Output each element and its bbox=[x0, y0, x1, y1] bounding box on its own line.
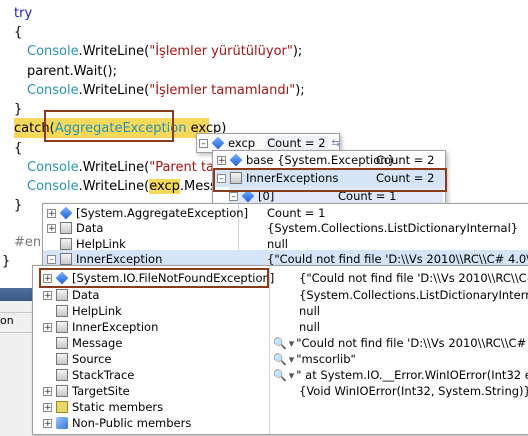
tree-row-name: TargetSite bbox=[72, 384, 130, 398]
exception-icon bbox=[211, 136, 225, 150]
tree-row-name: InnerException bbox=[72, 320, 159, 334]
dropdown-arrow-icon[interactable]: ▾ bbox=[289, 369, 295, 382]
property-icon bbox=[60, 253, 72, 265]
expand-toggle[interactable]: + bbox=[43, 402, 52, 412]
lower-pane-text: on bbox=[0, 314, 14, 327]
tree-row-name: Non-Public members bbox=[72, 416, 192, 430]
pin-icon[interactable]: ⇆ bbox=[332, 138, 340, 149]
datatip-inner[interactable]: + base {System.Exception} Count = 2 – In… bbox=[212, 150, 447, 206]
code-line-4: Console.WriteLine("Parent tas bbox=[27, 160, 221, 175]
expand-toggle[interactable]: + bbox=[43, 418, 52, 428]
tree-row-name: Data bbox=[72, 288, 100, 302]
brace: { bbox=[14, 25, 23, 40]
tree-row-value: " at System.IO.__Error.WinIOError(Int32 … bbox=[296, 368, 528, 382]
code-line-1: Console.WriteLine("İşlemler yürütülüyor"… bbox=[27, 44, 303, 59]
catch-type-highlight-box bbox=[44, 110, 174, 142]
property-icon bbox=[56, 337, 68, 349]
tree-row-name: HelpLink bbox=[76, 237, 126, 251]
expand-toggle[interactable]: + bbox=[43, 290, 52, 300]
expand-toggle[interactable]: – bbox=[229, 191, 238, 201]
datatip-tree-aggregate[interactable]: + [System.AggregateException] Count = 1 … bbox=[42, 203, 528, 268]
tree-row-name: Static members bbox=[72, 400, 164, 414]
tree-row-value: {System.Collections.ListDictionaryIntern… bbox=[299, 288, 528, 302]
non-public-members-icon bbox=[56, 417, 68, 429]
visualizer-magnifier-icon[interactable]: 🔍 bbox=[273, 337, 287, 350]
code-line-5: Console.WriteLine(excp.Mess bbox=[27, 179, 217, 194]
property-icon bbox=[56, 369, 68, 381]
tree-row-value: {"Could not find file 'D:\\Vs 2010\\RC\\… bbox=[299, 271, 528, 285]
expand-toggle[interactable]: + bbox=[47, 208, 56, 218]
datatip-name: excp bbox=[228, 136, 256, 150]
expand-toggle[interactable]: + bbox=[43, 386, 52, 396]
tree-row-name: InnerException bbox=[76, 252, 163, 266]
datatip-name: base {System.Exception} bbox=[246, 153, 395, 167]
visualizer-magnifier-icon[interactable]: 🔍 bbox=[273, 353, 287, 366]
tree-row-value: {Void WinIOError(Int32, System.String)} bbox=[299, 384, 528, 398]
property-icon bbox=[56, 385, 68, 397]
filenotfound-highlight-box bbox=[39, 268, 269, 288]
expand-toggle[interactable]: + bbox=[47, 223, 56, 233]
property-icon bbox=[56, 353, 68, 365]
static-members-icon bbox=[56, 401, 68, 413]
tree-row-name: Source bbox=[72, 352, 112, 366]
property-icon bbox=[56, 305, 68, 317]
exception-icon bbox=[229, 153, 243, 167]
tree-row-value: "Could not find file 'D:\\Vs 2010\\RC\\C… bbox=[296, 336, 528, 350]
property-icon bbox=[56, 321, 68, 333]
datatip-value: Count = 2 bbox=[265, 136, 328, 150]
dropdown-arrow-icon[interactable]: ▾ bbox=[289, 353, 295, 366]
tree-row-value: "mscorlib" bbox=[296, 352, 356, 366]
tree-row-name: StackTrace bbox=[72, 368, 135, 382]
property-icon bbox=[60, 238, 72, 250]
tree-row-value: {System.Collections.ListDictionaryIntern… bbox=[267, 221, 519, 235]
inner-exceptions-highlight-box bbox=[213, 168, 447, 192]
exception-icon bbox=[59, 206, 73, 220]
tree-row-name: [System.AggregateException] bbox=[76, 206, 249, 220]
tree-row-name: Message bbox=[72, 336, 123, 350]
dropdown-arrow-icon[interactable]: ▾ bbox=[289, 337, 295, 350]
tree-row-name: HelpLink bbox=[72, 304, 122, 318]
brace: { bbox=[14, 141, 23, 156]
property-icon bbox=[60, 222, 72, 234]
expand-toggle[interactable]: + bbox=[217, 155, 226, 165]
try-keyword: try bbox=[14, 6, 33, 21]
datatip-value: Count = 2 bbox=[376, 153, 435, 167]
expand-toggle[interactable]: – bbox=[199, 138, 208, 148]
code-line-3: Console.WriteLine("İşlemler tamamlandı")… bbox=[27, 83, 305, 98]
expand-toggle[interactable]: + bbox=[43, 322, 52, 332]
tree-row-name: Data bbox=[76, 221, 104, 235]
brace: } bbox=[2, 254, 11, 269]
brace: } bbox=[14, 198, 23, 213]
property-icon bbox=[56, 289, 68, 301]
datatip-tree-filenotfound[interactable]: + [System.IO.FileNotFoundException] {"Co… bbox=[32, 265, 528, 435]
brace: } bbox=[14, 102, 23, 117]
code-line-2: parent.Wait(); bbox=[27, 64, 117, 79]
visualizer-magnifier-icon[interactable]: 🔍 bbox=[273, 369, 287, 382]
expand-toggle[interactable]: – bbox=[47, 254, 56, 264]
